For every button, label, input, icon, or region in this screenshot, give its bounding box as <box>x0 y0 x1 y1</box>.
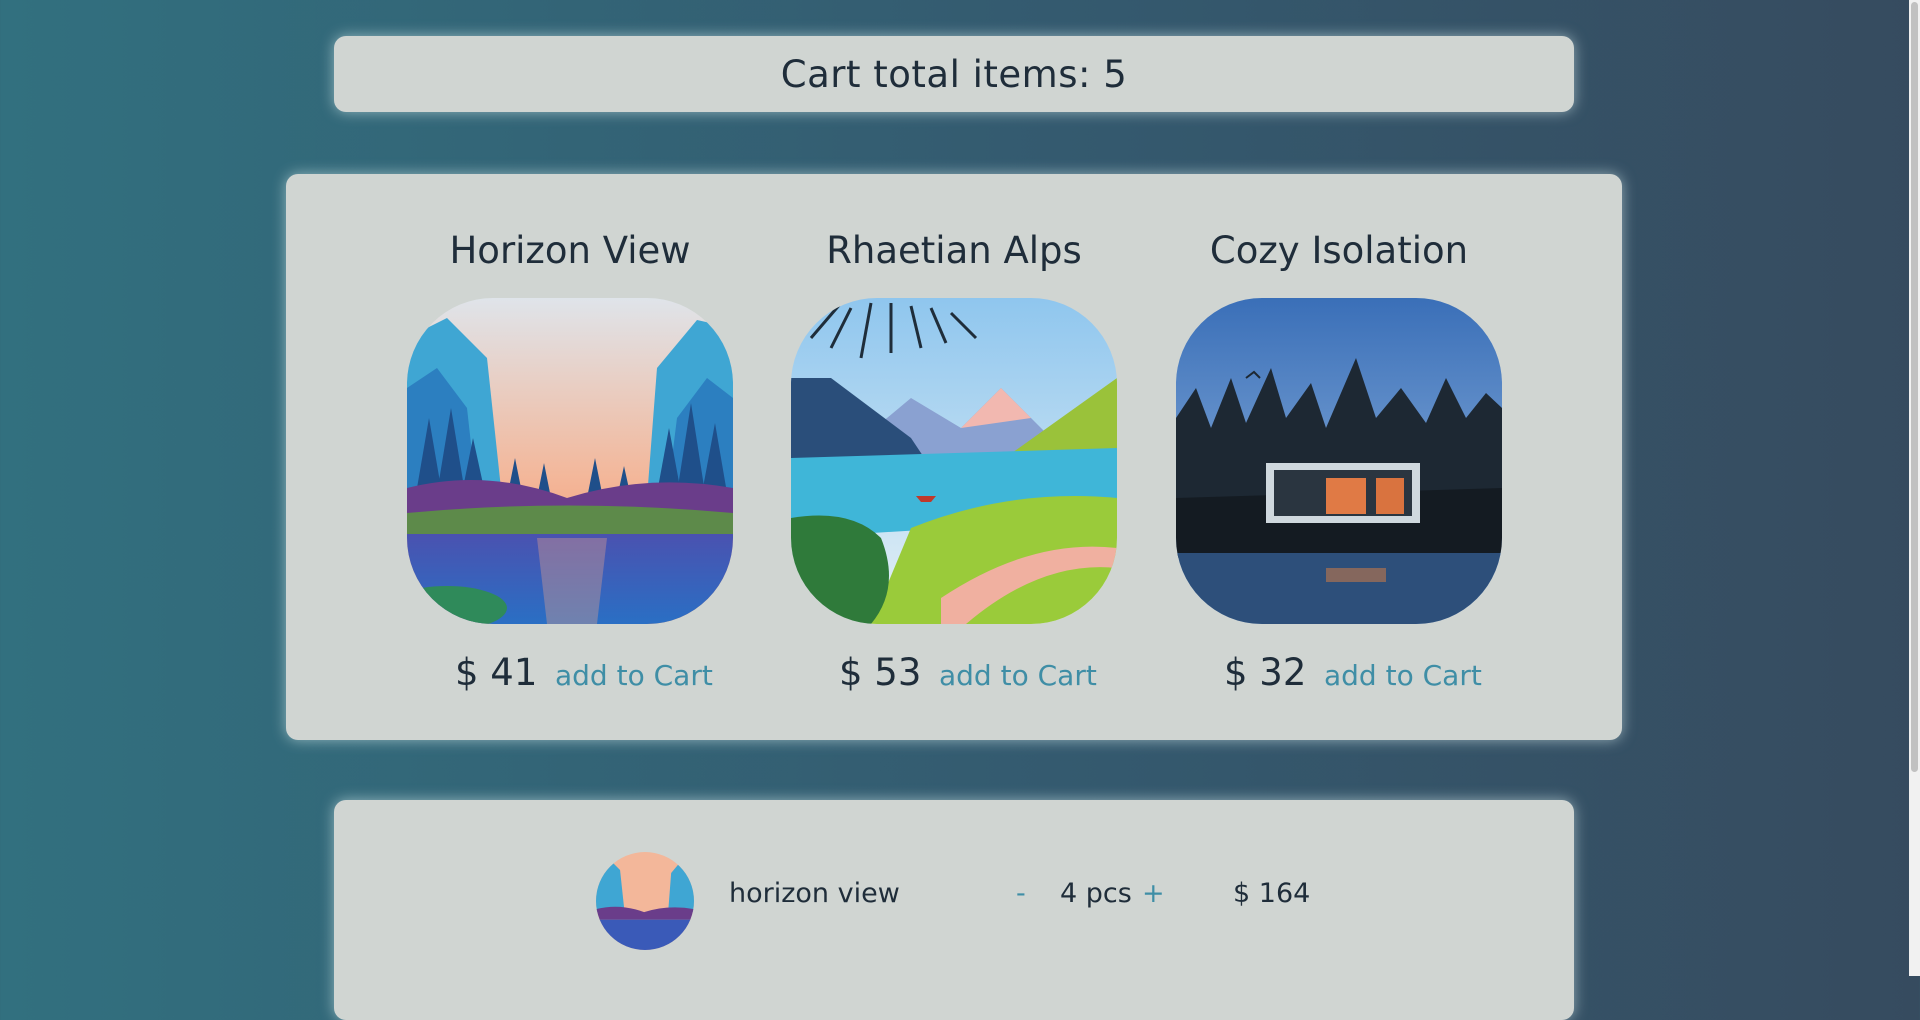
add-to-cart-button[interactable]: add to Cart <box>1324 654 1482 698</box>
product-title: Rhaetian Alps <box>826 229 1082 272</box>
increment-quantity-button[interactable]: + <box>1142 878 1165 909</box>
vertical-scrollbar[interactable] <box>1909 0 1920 976</box>
product-title: Horizon View <box>449 229 691 272</box>
product-card-cozy-isolation: Cozy Isolation $ 32 add to Cart <box>1176 226 1502 698</box>
horizon-view-image <box>407 298 733 624</box>
product-card-rhaetian-alps: Rhaetian Alps $ 53 add to Cart <box>791 226 1117 698</box>
cart-item-name: horizon view <box>729 878 900 909</box>
cart-summary-banner: Cart total items: 5 <box>334 36 1574 112</box>
product-title: Cozy Isolation <box>1209 229 1469 272</box>
cart-item-thumbnail <box>596 852 694 950</box>
cart-item-subtotal: $ 164 <box>1233 878 1311 909</box>
rhaetian-alps-image <box>791 298 1117 624</box>
add-to-cart-button[interactable]: add to Cart <box>939 654 1097 698</box>
product-price: $ 53 <box>839 651 922 694</box>
decrement-quantity-button[interactable]: - <box>1016 878 1026 909</box>
cozy-isolation-image <box>1176 298 1502 624</box>
cart-item-quantity: 4 pcs <box>1060 878 1132 909</box>
product-card-horizon-view: Horizon View $ 41 add to Cart <box>407 226 733 698</box>
cart-total-label: Cart total items: 5 <box>780 52 1128 96</box>
add-to-cart-button[interactable]: add to Cart <box>555 654 713 698</box>
cart-item-row: horizon view - 4 pcs + $ 164 <box>334 852 1574 952</box>
product-price: $ 32 <box>1224 651 1307 694</box>
product-price: $ 41 <box>455 651 538 694</box>
cart-items-panel: horizon view - 4 pcs + $ 164 <box>334 800 1574 1020</box>
scrollbar-thumb[interactable] <box>1911 2 1918 772</box>
product-grid: Horizon View $ 41 add to Cart Rhaetian A… <box>286 174 1622 740</box>
